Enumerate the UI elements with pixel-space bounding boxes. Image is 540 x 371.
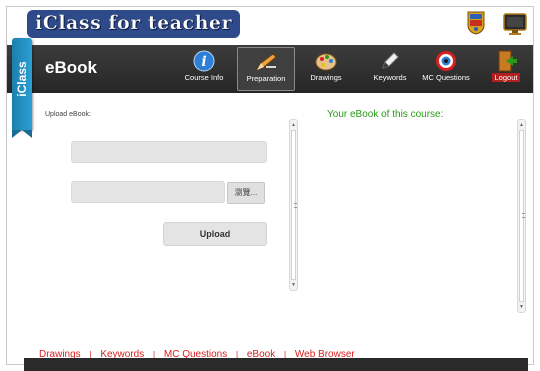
palette-icon [315, 53, 337, 71]
logout-door-icon [498, 50, 517, 72]
info-icon: i [193, 50, 215, 72]
ebook-title-input[interactable] [71, 141, 267, 163]
nav-label: Preparation [246, 74, 286, 83]
nav-label: Course Info [184, 73, 224, 82]
scroll-track[interactable] [519, 130, 525, 302]
svg-text:i: i [201, 54, 206, 70]
scroll-grip[interactable] [522, 213, 525, 218]
left-scrollbar[interactable]: ▲ ▼ [289, 119, 298, 291]
nav-preparation[interactable]: Preparation [237, 47, 295, 91]
browse-button[interactable]: 瀏覽... [227, 182, 265, 204]
scroll-up-arrow[interactable]: ▲ [290, 122, 297, 128]
nav-keywords[interactable]: Keywords [361, 47, 419, 91]
upload-ebook-label: Upload eBook: [45, 111, 91, 118]
upload-button[interactable]: Upload [163, 222, 267, 246]
brand-row: iClass for teacher [7, 7, 533, 41]
bottom-bar [24, 358, 528, 371]
side-tab-label: iClass [15, 61, 29, 97]
scroll-grip[interactable] [294, 203, 297, 208]
nav-label: Logout [491, 73, 521, 82]
app-logo: iClass for teacher [27, 10, 241, 38]
scroll-down-arrow[interactable]: ▼ [290, 282, 297, 288]
file-path-input[interactable] [71, 181, 225, 203]
monitor-icon[interactable] [503, 13, 527, 35]
nav-label: Drawings [310, 73, 342, 82]
nav-drawings[interactable]: Drawings [297, 47, 355, 91]
main-toolbar: eBook i Course Info Preparation Drawings… [7, 45, 533, 93]
pencil-icon [255, 53, 277, 72]
nav-logout[interactable]: Logout [477, 47, 533, 91]
nav-course-info[interactable]: i Course Info [175, 47, 233, 91]
nav-label: Keywords [373, 73, 407, 82]
marker-icon [382, 52, 399, 69]
nav-label: MC Questions [422, 73, 470, 82]
school-crest-icon [467, 11, 485, 35]
iclass-side-tab[interactable]: iClass [12, 38, 32, 138]
scroll-track[interactable] [291, 130, 297, 280]
scroll-down-arrow[interactable]: ▼ [518, 304, 525, 310]
right-scrollbar[interactable]: ▲ ▼ [517, 119, 526, 313]
ebook-list-heading: Your eBook of this course: [327, 109, 444, 120]
nav-mc-questions[interactable]: MC Questions [417, 47, 475, 91]
scroll-up-arrow[interactable]: ▲ [518, 122, 525, 128]
app-window: iClass for teacher eBook i Course Info P… [6, 6, 534, 365]
page-title: eBook [45, 58, 97, 77]
target-icon [436, 51, 456, 71]
